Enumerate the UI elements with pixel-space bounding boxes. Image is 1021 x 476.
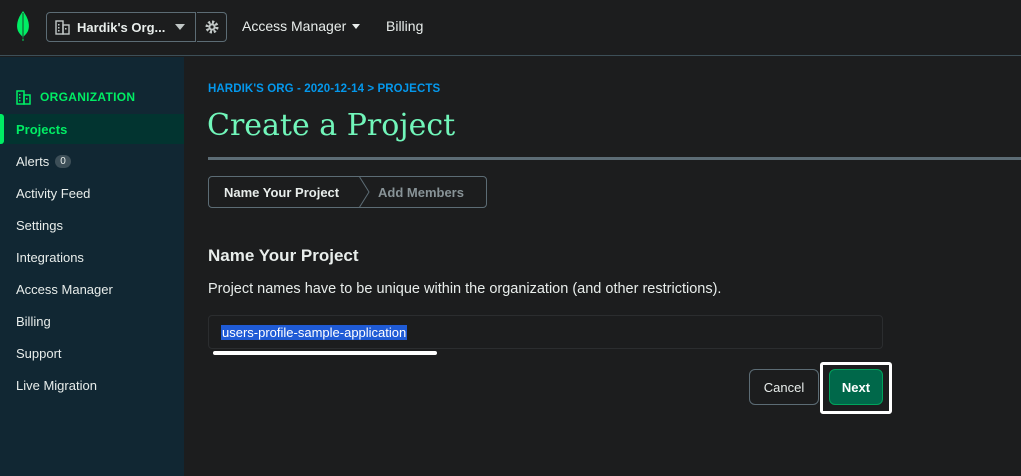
- title-divider: [208, 157, 1021, 160]
- step-name-your-project[interactable]: Name Your Project: [224, 185, 339, 200]
- alerts-count-badge: 0: [55, 154, 71, 168]
- sidebar-item-label: Billing: [16, 313, 51, 329]
- chevron-down-icon: [175, 24, 185, 30]
- sidebar-item-access-manager[interactable]: Access Manager: [0, 274, 184, 304]
- organization-selector[interactable]: Hardik's Org...: [46, 12, 196, 42]
- cancel-button[interactable]: Cancel: [749, 369, 819, 405]
- sidebar-item-billing[interactable]: Billing: [0, 306, 184, 336]
- gear-icon: [205, 20, 218, 34]
- step-separator-chevron: [358, 176, 370, 208]
- page-title: Create a Project: [207, 108, 456, 143]
- mongodb-leaf-icon[interactable]: [14, 10, 32, 42]
- breadcrumb[interactable]: HARDIK'S ORG - 2020-12-14 > PROJECTS: [208, 83, 440, 95]
- highlight-underline: [213, 351, 437, 355]
- sidebar-item-label: Activity Feed: [16, 185, 91, 201]
- sidebar-item-label: Projects: [16, 121, 68, 137]
- sidebar-item-label: Integrations: [16, 249, 84, 265]
- sidebar-item-projects[interactable]: Projects: [0, 114, 184, 144]
- organization-name: Hardik's Org...: [77, 19, 166, 35]
- sidebar-item-label: Access Manager: [16, 281, 113, 297]
- helper-text: Project names have to be unique within t…: [208, 281, 722, 297]
- sidebar-item-support[interactable]: Support: [0, 338, 184, 368]
- wizard-steps: Name Your Project Add Members: [208, 176, 487, 208]
- top-navigation-bar: Hardik's Org... Access Manager Billing: [0, 0, 1021, 56]
- step-add-members[interactable]: Add Members: [378, 185, 464, 200]
- access-manager-menu[interactable]: Access Manager: [242, 18, 346, 34]
- sidebar-heading-label: ORGANIZATION: [40, 90, 136, 104]
- sidebar-heading: ORGANIZATION: [16, 89, 135, 105]
- project-name-value: users-profile-sample-application: [221, 325, 408, 340]
- sidebar-item-label: Settings: [16, 217, 63, 233]
- sidebar: ORGANIZATION Projects Alerts 0 Activity …: [0, 57, 184, 476]
- next-button[interactable]: Next: [829, 369, 883, 405]
- sidebar-item-live-migration[interactable]: Live Migration: [0, 370, 184, 400]
- sidebar-item-label: Support: [16, 345, 62, 361]
- organization-settings-button[interactable]: [197, 12, 227, 42]
- sidebar-item-activity-feed[interactable]: Activity Feed: [0, 178, 184, 208]
- building-icon: [55, 20, 70, 35]
- sidebar-item-settings[interactable]: Settings: [0, 210, 184, 240]
- billing-link[interactable]: Billing: [386, 18, 423, 34]
- sidebar-item-label: Live Migration: [16, 377, 97, 393]
- caret-down-icon[interactable]: [352, 24, 360, 29]
- sidebar-item-label: Alerts: [16, 153, 50, 169]
- sidebar-item-alerts[interactable]: Alerts 0: [0, 146, 184, 176]
- project-name-input[interactable]: users-profile-sample-application: [208, 315, 883, 349]
- sidebar-item-integrations[interactable]: Integrations: [0, 242, 184, 272]
- section-title: Name Your Project: [208, 246, 359, 265]
- building-icon: [16, 90, 31, 105]
